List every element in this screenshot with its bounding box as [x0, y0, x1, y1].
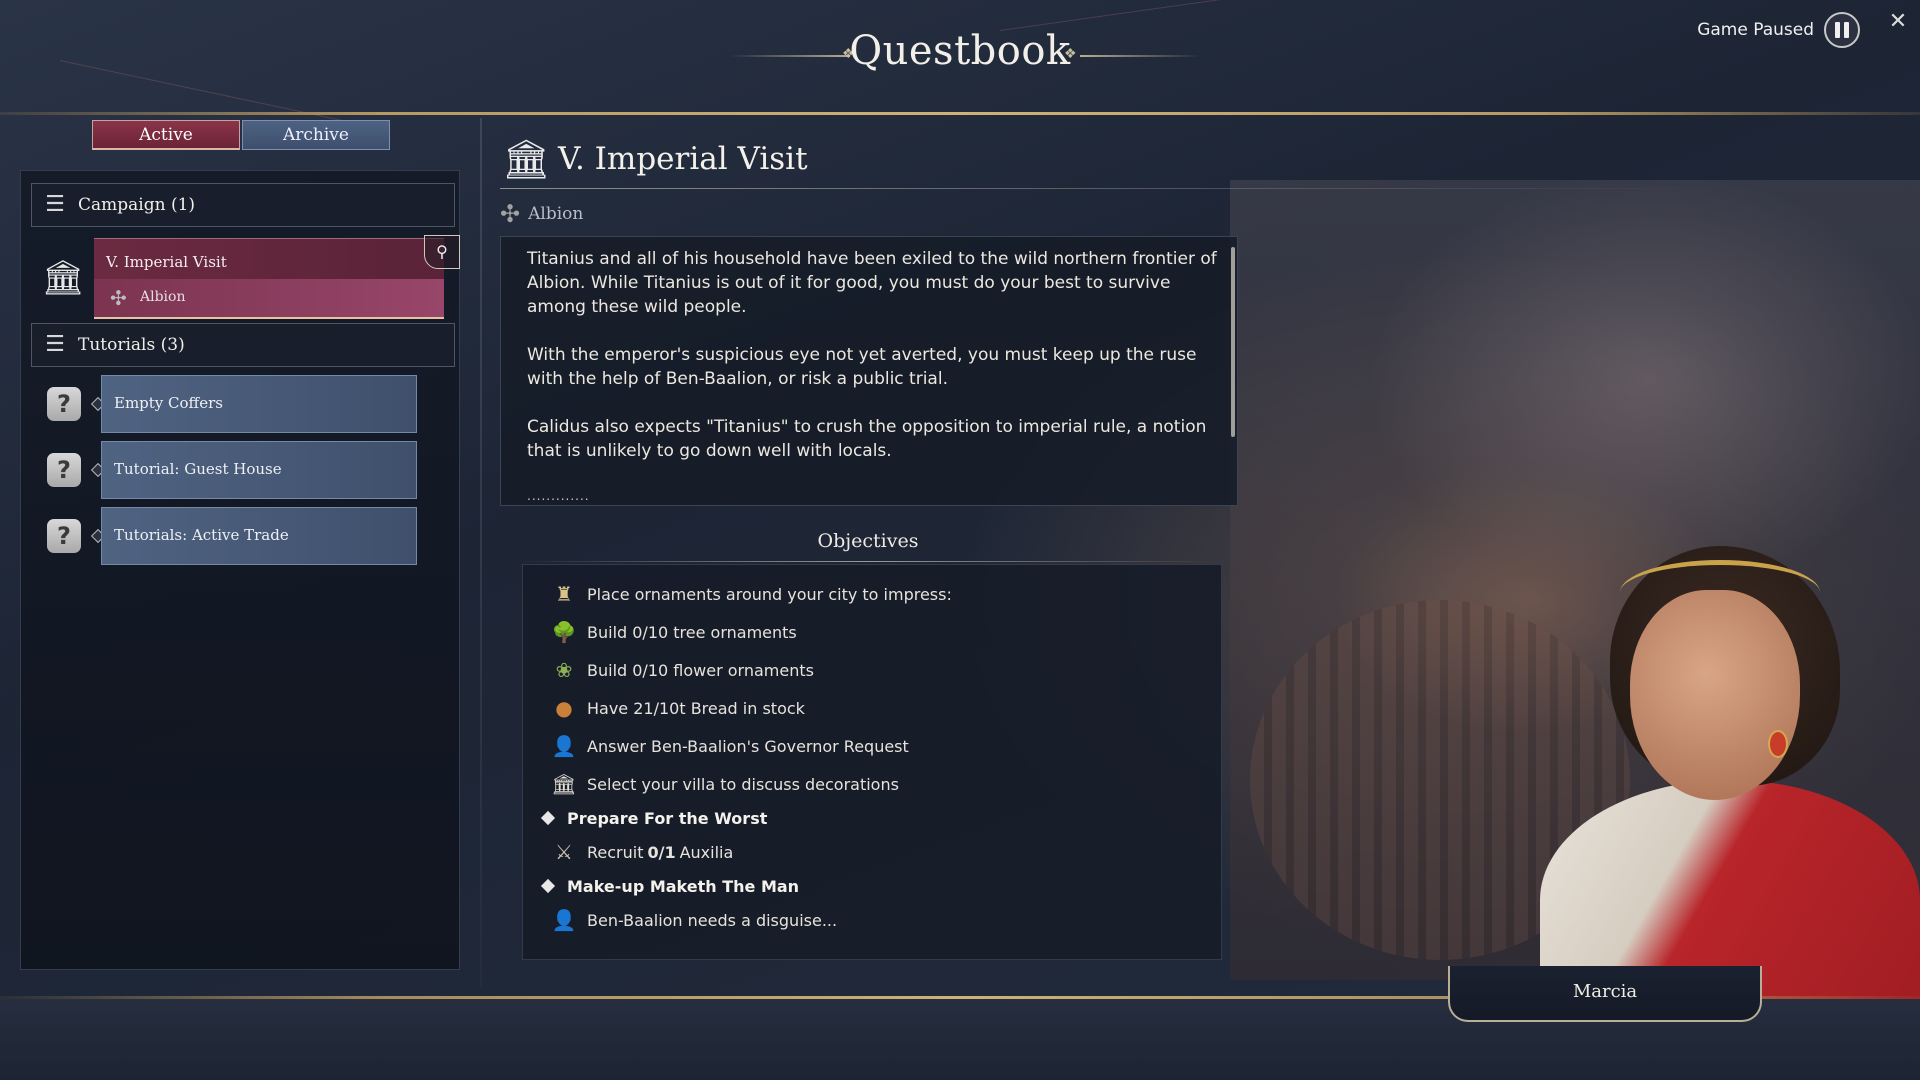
pause-icon: [1835, 22, 1840, 38]
person-red-icon: 👤: [551, 908, 577, 932]
person-icon: 👤: [551, 734, 577, 758]
temple-icon: 🏛: [502, 137, 551, 181]
objective-row: 🏛 Select your villa to discuss decoratio…: [549, 769, 899, 799]
objective-text: Select your villa to discuss decorations: [587, 774, 899, 794]
quest-card[interactable]: Empty Coffers: [101, 375, 417, 433]
objective-text: Auxilia: [679, 842, 734, 862]
close-button[interactable]: ✕: [1886, 10, 1910, 34]
region-icon: ✣: [500, 200, 521, 228]
quest-name: Tutorial: Guest House: [114, 460, 282, 478]
soldier-icon: ⚔: [555, 840, 573, 864]
flower-bed-icon: ❀: [555, 658, 573, 682]
group-label: Campaign (1): [78, 195, 196, 215]
bread-icon: ●: [555, 696, 573, 720]
portrait-headband: [1620, 560, 1820, 625]
objective-text: Recruit: [587, 842, 644, 862]
quest-detail-panel: 🏛 V. Imperial Visit ✣ Albion Titanius an…: [496, 118, 1700, 988]
description-paragraph: Titanius and all of his household have b…: [527, 249, 1217, 317]
question-icon: ?: [47, 519, 81, 553]
objectives-title: Objectives: [817, 530, 919, 552]
description-scrollbar[interactable]: [1231, 247, 1235, 437]
locate-button[interactable]: ⚲: [424, 235, 460, 269]
objective-header: Make-up Maketh The Man: [567, 876, 800, 896]
pause-icon: [1844, 22, 1849, 38]
quest-title: V. Imperial Visit: [558, 141, 808, 177]
objective-header-row: Make-up Maketh The Man: [535, 871, 799, 901]
group-label: Tutorials (3): [78, 335, 185, 355]
pause-label: Game Paused: [1697, 20, 1814, 40]
top-bar: ❖ Questbook ❖ Game Paused ✕: [0, 0, 1920, 112]
quest-card[interactable]: Tutorials: Active Trade: [101, 507, 417, 565]
diamond-icon: [540, 878, 556, 894]
objective-row: ● Have 21/10t Bread in stock: [549, 693, 805, 723]
quest-card[interactable]: Tutorial: Guest House: [101, 441, 417, 499]
tab-active[interactable]: Active: [92, 120, 240, 150]
heading-divider: [500, 188, 1700, 189]
quest-icon-box: ?: [35, 375, 93, 433]
objective-row: 👤 Answer Ben-Baalion's Governor Request: [549, 731, 909, 761]
quest-name: V. Imperial Visit: [106, 253, 227, 271]
objective-text: Place ornaments around your city to impr…: [587, 584, 952, 604]
title-ornament-right: ❖: [1064, 46, 1077, 62]
scroll-icon: ☰: [45, 332, 65, 357]
objective-text: Have 21/10t Bread in stock: [587, 698, 805, 718]
diamond-icon: [540, 810, 556, 826]
objective-row: ❀ Build 0/10 flower ornaments: [549, 655, 814, 685]
quest-region: Albion: [140, 289, 186, 305]
character-portrait: [1500, 530, 1920, 1020]
character-name-plate: Marcia: [1448, 966, 1762, 1022]
villa-icon: 🏛: [551, 772, 577, 796]
temple-icon: 🏛: [41, 258, 85, 298]
region-icon: ✣: [110, 286, 127, 310]
objective-header-row: Prepare For the Worst: [535, 803, 767, 833]
quest-icon-box: ?: [35, 507, 93, 565]
tab-bar: Active Archive: [92, 120, 390, 150]
quest-item-imperial-visit[interactable]: 🏛 V. Imperial Visit ✣ Albion ⚲: [34, 235, 460, 319]
pause-button[interactable]: [1824, 12, 1860, 48]
objective-text: Build 0/10 flower ornaments: [587, 660, 814, 680]
objectives-box: ♜ Place ornaments around your city to im…: [522, 564, 1222, 960]
description-paragraph: With the emperor's suspicious eye not ye…: [527, 345, 1197, 389]
scroll-icon: ☰: [45, 192, 65, 217]
objective-row: 👤 Ben-Baalion needs a disguise...: [549, 905, 838, 935]
objective-count: 0/1: [647, 842, 676, 862]
quest-region-row: ✣ Albion: [94, 279, 444, 319]
portrait-earring: [1768, 730, 1788, 758]
description-box[interactable]: Titanius and all of his household have b…: [500, 236, 1238, 506]
question-icon: ?: [47, 453, 81, 487]
quest-name: Empty Coffers: [114, 394, 223, 412]
description-more: .............: [527, 489, 590, 503]
objective-text: Answer Ben-Baalion's Governor Request: [587, 736, 909, 756]
description-text: Titanius and all of his household have b…: [527, 247, 1227, 487]
question-icon: ?: [47, 387, 81, 421]
region-row: ✣ Albion: [500, 200, 583, 228]
objective-text: Build 0/10 tree ornaments: [587, 622, 797, 642]
panel-divider: [480, 118, 482, 988]
title-line-right: [1080, 55, 1200, 57]
gold-divider: [0, 112, 1920, 115]
quest-icon-box: ?: [35, 441, 93, 499]
objective-row: ♜ Place ornaments around your city to im…: [549, 579, 952, 609]
region-name: Albion: [528, 204, 584, 224]
pause-control: Game Paused: [1697, 12, 1860, 48]
quest-heading: 🏛 V. Imperial Visit: [502, 136, 808, 182]
quest-name: Tutorials: Active Trade: [114, 526, 289, 544]
objective-header: Prepare For the Worst: [567, 808, 768, 828]
page-title: Questbook: [849, 28, 1071, 74]
objective-text: Ben-Baalion needs a disguise...: [587, 910, 838, 930]
tab-archive[interactable]: Archive: [242, 120, 390, 150]
objectives-divider: [518, 561, 1218, 562]
quest-card-selected[interactable]: V. Imperial Visit ✣ Albion ⚲: [94, 235, 460, 319]
group-header-campaign[interactable]: ☰ Campaign (1): [31, 183, 455, 227]
objective-row: 🌳 Build 0/10 tree ornaments: [549, 617, 797, 647]
objective-row: ⚔ Recruit 0/1 Auxilia: [549, 837, 733, 867]
ornaments-icon: ♜: [555, 582, 573, 606]
group-header-tutorials[interactable]: ☰ Tutorials (3): [31, 323, 455, 367]
description-paragraph: Calidus also expects "Titanius" to crush…: [527, 417, 1207, 461]
tree-icon: 🌳: [551, 620, 577, 644]
